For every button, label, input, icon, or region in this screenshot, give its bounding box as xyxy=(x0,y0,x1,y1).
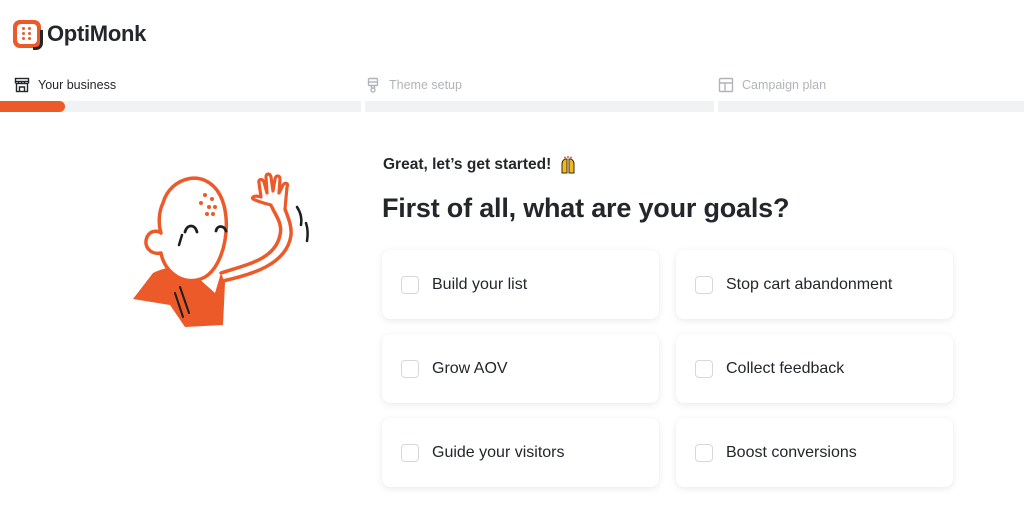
step-theme-setup[interactable]: Theme setup xyxy=(365,74,714,112)
goal-option-collect-feedback[interactable]: Collect feedback xyxy=(676,334,953,403)
goal-checkbox[interactable] xyxy=(695,275,713,294)
goal-label: Boost conversions xyxy=(726,443,857,461)
intro-text: Great, let’s get started! xyxy=(383,156,577,174)
goal-option-build-your-list[interactable]: Build your list xyxy=(382,250,659,319)
goal-checkbox[interactable] xyxy=(401,359,419,378)
raising-hands-emoji-icon xyxy=(559,156,577,174)
goal-label: Build your list xyxy=(432,275,528,293)
goal-checkbox[interactable] xyxy=(695,359,713,378)
store-icon xyxy=(14,77,30,93)
goal-label: Grow AOV xyxy=(432,359,508,377)
goal-option-guide-your-visitors[interactable]: Guide your visitors xyxy=(382,418,659,487)
step-label: Your business xyxy=(38,78,117,92)
step-progress-track xyxy=(718,101,1024,112)
goal-checkbox[interactable] xyxy=(401,275,419,294)
step-progress-track xyxy=(0,101,361,112)
goals-grid: Build your list Stop cart abandonment Gr… xyxy=(382,250,954,487)
page-title: First of all, what are your goals? xyxy=(382,193,790,223)
goal-label: Guide your visitors xyxy=(432,443,565,461)
paintbrush-icon xyxy=(365,77,381,93)
goal-option-stop-cart-abandonment[interactable]: Stop cart abandonment xyxy=(676,250,953,319)
goal-label: Stop cart abandonment xyxy=(726,275,893,293)
step-campaign-plan[interactable]: Campaign plan xyxy=(718,74,1024,112)
goal-option-grow-aov[interactable]: Grow AOV xyxy=(382,334,659,403)
onboarding-steps: Your business Theme setup Campaign plan xyxy=(0,74,1024,112)
logo-mark-icon xyxy=(13,20,43,50)
step-label: Campaign plan xyxy=(742,78,827,92)
optimonk-logo[interactable]: OptiMonk xyxy=(13,20,147,50)
step-progress-fill xyxy=(0,101,65,112)
goal-checkbox[interactable] xyxy=(695,443,713,462)
brand-name: OptiMonk xyxy=(47,21,147,46)
step-label: Theme setup xyxy=(389,78,462,92)
step-progress-track xyxy=(365,101,714,112)
step-your-business[interactable]: Your business xyxy=(0,74,361,112)
goal-option-boost-conversions[interactable]: Boost conversions xyxy=(676,418,953,487)
goal-label: Collect feedback xyxy=(726,359,845,377)
intro-label: Great, let’s get started! xyxy=(383,156,552,173)
waving-monk-illustration xyxy=(125,165,315,335)
layout-icon xyxy=(718,77,734,93)
goal-checkbox[interactable] xyxy=(401,443,419,462)
